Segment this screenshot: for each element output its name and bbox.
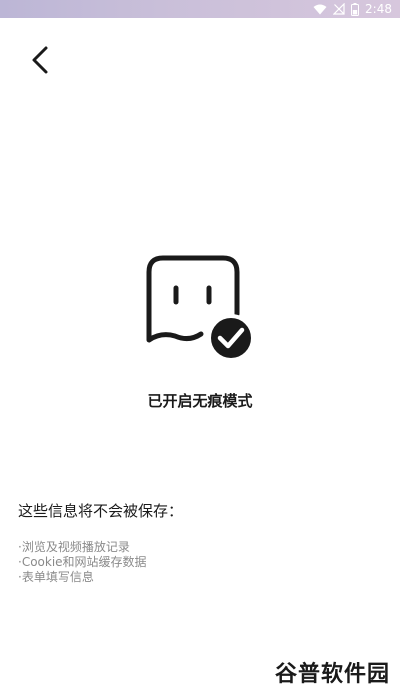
ghost-check-icon: [143, 252, 259, 362]
signal-off-icon: [333, 3, 345, 15]
list-item: ·表单填写信息: [18, 570, 94, 584]
clock: 2:48: [365, 2, 392, 16]
list-item: ·浏览及视频播放记录: [18, 540, 130, 554]
wifi-icon: [313, 4, 327, 15]
info-heading: 这些信息将不会被保存：: [18, 502, 184, 520]
list-item: ·Cookie和网站缓存数据: [18, 555, 147, 569]
status-icons: 2:48: [313, 1, 392, 17]
back-button[interactable]: [20, 40, 60, 84]
incognito-status-title: 已开启无痕模式: [147, 392, 253, 410]
status-bar: 2:48: [0, 0, 400, 18]
info-list: ·浏览及视频播放记录 ·Cookie和网站缓存数据 ·表单填写信息: [18, 540, 147, 585]
battery-icon: [351, 2, 360, 16]
watermark: 谷普软件园: [274, 662, 390, 687]
chevron-left-icon: [29, 45, 51, 79]
